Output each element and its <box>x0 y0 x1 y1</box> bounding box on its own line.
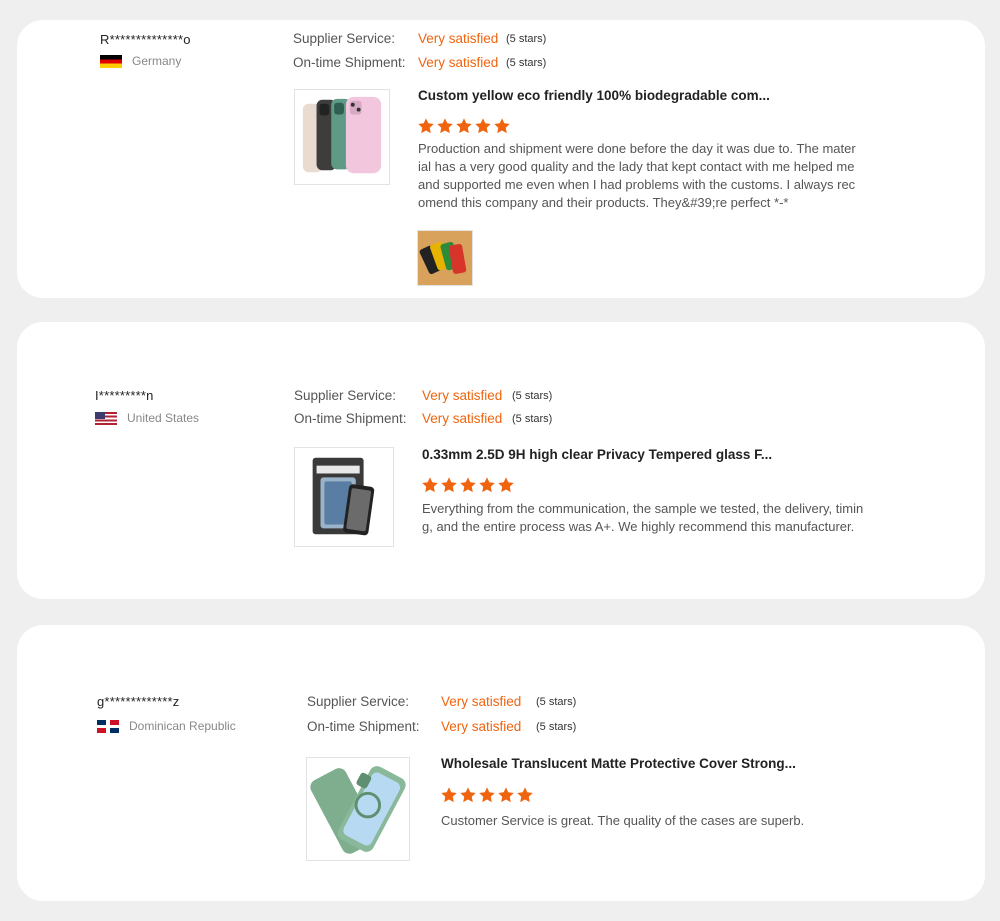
reviewer-country: Germany <box>100 54 181 68</box>
shipment-stars: (5 stars) <box>506 57 547 69</box>
star-icon <box>418 118 434 134</box>
star-icon <box>460 477 476 493</box>
country-name: Germany <box>132 54 182 68</box>
star-icon <box>517 787 533 803</box>
product-thumbnail[interactable] <box>294 447 394 547</box>
shipment-label: On-time Shipment: <box>293 55 406 70</box>
review-text: Customer Service is great. The quality o… <box>441 813 805 828</box>
star-icon <box>479 477 495 493</box>
shipment-value: Very satisfied <box>422 411 503 426</box>
country-name: Dominican Republic <box>129 719 236 733</box>
review-card: g*************z Dominican Republic Suppl… <box>17 625 985 901</box>
screen-protector-box-image <box>295 448 393 546</box>
colored-cases-photo <box>418 231 472 285</box>
shipment-label: On-time Shipment: <box>294 411 407 426</box>
germany-flag-icon <box>100 54 122 68</box>
star-icon <box>498 787 514 803</box>
reviewer-country: United States <box>95 411 199 425</box>
product-thumbnail[interactable] <box>306 757 410 861</box>
shipment-label: On-time Shipment: <box>307 719 420 734</box>
united-states-flag-icon <box>95 411 117 425</box>
reviewer-name: g*************z <box>97 694 180 709</box>
shipment-stars: (5 stars) <box>512 413 553 425</box>
product-title-link[interactable]: Custom yellow eco friendly 100% biodegra… <box>418 88 770 103</box>
supplier-service-value: Very satisfied <box>422 388 503 403</box>
shipment-stars: (5 stars) <box>536 721 577 733</box>
star-icon <box>441 787 457 803</box>
product-thumbnail[interactable] <box>294 89 390 185</box>
reviewer-country: Dominican Republic <box>97 719 236 733</box>
supplier-service-stars: (5 stars) <box>512 390 553 402</box>
star-icon <box>494 118 510 134</box>
supplier-service-label: Supplier Service: <box>293 31 396 46</box>
star-icon <box>498 477 514 493</box>
star-icon <box>456 118 472 134</box>
supplier-service-stars: (5 stars) <box>506 33 547 45</box>
star-icon <box>479 787 495 803</box>
dominican-republic-flag-icon <box>97 719 119 733</box>
product-title-link[interactable]: Wholesale Translucent Matte Protective C… <box>441 756 796 771</box>
review-photo[interactable] <box>417 230 473 286</box>
star-icon <box>475 118 491 134</box>
supplier-service-stars: (5 stars) <box>536 696 577 708</box>
review-card: R**************o Germany Supplier Servic… <box>17 20 985 298</box>
reviewer-name: R**************o <box>100 32 191 47</box>
shipment-value: Very satisfied <box>441 719 522 734</box>
reviewer-name: I*********n <box>95 388 154 403</box>
translucent-case-image <box>307 758 409 860</box>
star-icon <box>441 477 457 493</box>
review-rating <box>440 786 534 804</box>
supplier-service-label: Supplier Service: <box>294 388 397 403</box>
review-card: I*********n United States Supplier Servi… <box>17 322 985 599</box>
phone-cases-image <box>295 90 389 184</box>
star-icon <box>422 477 438 493</box>
star-icon <box>437 118 453 134</box>
review-text: Everything from the communication, the s… <box>422 501 864 534</box>
product-title-link[interactable]: 0.33mm 2.5D 9H high clear Privacy Temper… <box>422 447 772 462</box>
star-icon <box>460 787 476 803</box>
supplier-service-value: Very satisfied <box>441 694 522 709</box>
shipment-value: Very satisfied <box>418 55 499 70</box>
review-rating <box>417 117 511 135</box>
country-name: United States <box>127 411 200 425</box>
review-text: Production and shipment were done before… <box>418 141 856 210</box>
supplier-service-label: Supplier Service: <box>307 694 410 709</box>
supplier-service-value: Very satisfied <box>418 31 499 46</box>
review-rating <box>421 476 515 494</box>
